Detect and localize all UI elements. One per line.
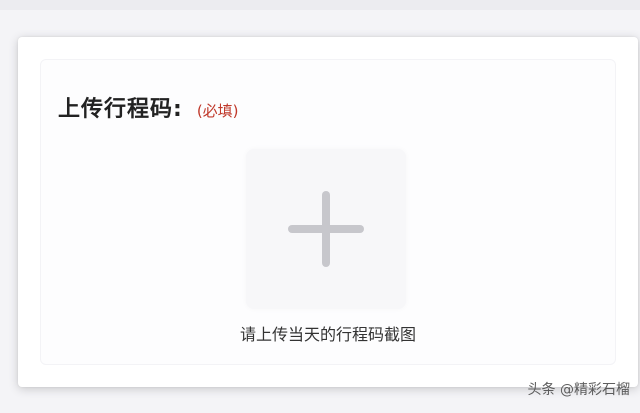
page: 上传行程码: (必填) 请上传当天的行程码截图 头条 @精彩石榴 <box>0 0 640 413</box>
watermark: 头条 @精彩石榴 <box>527 382 630 398</box>
plus-icon <box>286 189 366 269</box>
upload-hint: 请上传当天的行程码截图 <box>239 325 416 344</box>
upload-card: 上传行程码: (必填) 请上传当天的行程码截图 <box>18 37 638 387</box>
top-strip <box>0 0 640 10</box>
form-title: 上传行程码: <box>58 97 183 122</box>
title-row: 上传行程码: (必填) <box>58 91 239 123</box>
required-label: (必填) <box>196 102 239 120</box>
upload-image-button[interactable] <box>246 149 406 309</box>
